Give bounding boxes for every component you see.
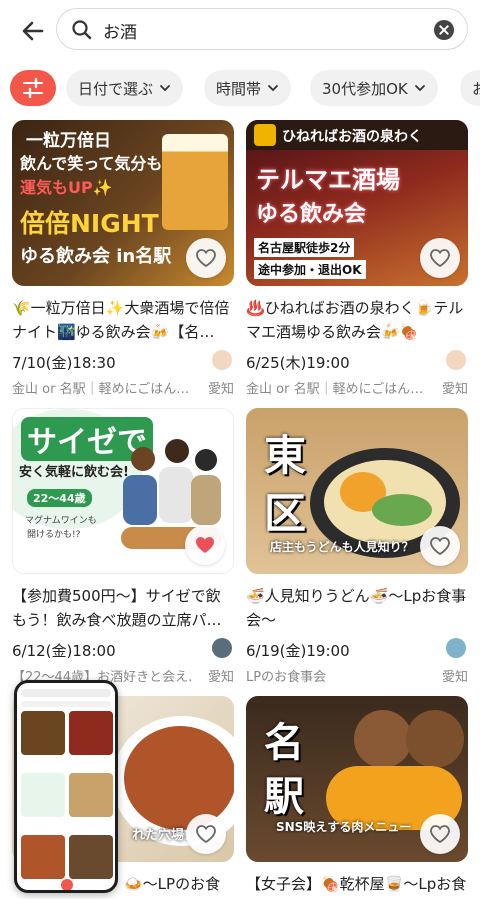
thumb-text: 名古屋駅徒歩2分: [254, 238, 355, 257]
organizer-avatar: [446, 638, 466, 658]
chevron-down-icon: [414, 85, 425, 92]
thumb-text: 安く気軽に飲む会!: [19, 465, 129, 480]
clear-search-icon[interactable]: [433, 19, 455, 41]
tap-icon: [254, 124, 276, 146]
event-title: 🌾一粒万倍日✨大衆酒場で倍倍ナイト🌃ゆる飲み会🍻【名…: [12, 299, 230, 341]
back-arrow-icon[interactable]: [16, 14, 50, 48]
event-thumbnail: 名 駅 SNS映えする肉メニュー: [246, 696, 468, 862]
event-date: 6/12(金)18:00: [12, 642, 116, 660]
filter-chip-label: 日付で選ぶ: [78, 79, 154, 98]
event-title: 【参加費500円〜】サイゼで飲もう！飲み食べ放題の立席パ…: [12, 587, 222, 629]
thumb-text: 途中参加・退出OK: [254, 260, 366, 279]
favorite-button[interactable]: [420, 814, 460, 854]
filter-chip-label: 時間帯: [216, 79, 262, 98]
event-prefecture: 愛知: [207, 382, 234, 397]
chevron-down-icon: [160, 85, 170, 92]
beer-mug-image: [162, 134, 228, 230]
favorite-button[interactable]: [186, 238, 226, 278]
chevron-down-icon: [268, 85, 278, 92]
thumb-text: 一粒万倍日: [26, 131, 111, 151]
event-location: 金山 or 名駅｜軽めにごはん…: [246, 382, 424, 397]
event-title: ♨️ひねればお酒の泉わく🍺テルマエ酒場ゆる飲み会🍻🍖: [246, 299, 464, 341]
event-thumbnail: 東 区 店主もうどんも人見知り？: [246, 408, 468, 574]
thumb-text: 東: [264, 431, 307, 480]
thumb-text: 開けるかも!?: [27, 530, 81, 540]
thumb-text: SNS映えする肉メニュー: [276, 820, 412, 834]
organizer-avatar: [212, 638, 232, 658]
event-thumbnail: 一粒万倍日 飲んで笑って気分も 運気もUP✨ 倍倍NIGHT ゆる飲み会 in名…: [12, 120, 234, 286]
favorite-button[interactable]: [420, 238, 460, 278]
thumb-text: 区: [264, 489, 307, 538]
event-prefecture: 愛知: [207, 670, 234, 685]
filter-chip-date[interactable]: 日付で選ぶ: [66, 70, 184, 106]
event-title: 🍜人見知りうどん🍜〜Lpお食事会〜: [246, 587, 467, 629]
heart-icon: [196, 825, 216, 844]
event-thumbnail: サイゼで 安く気軽に飲む会! 22〜44歳 マグナムワインも 開けるかも!?: [12, 408, 234, 574]
search-input[interactable]: [103, 17, 423, 43]
screenshot-thumbnail-preview[interactable]: [14, 680, 118, 893]
thumb-text: ゆる飲み会: [256, 202, 367, 227]
thumb-text: 名: [264, 720, 304, 766]
filter-sliders-icon: [23, 77, 43, 99]
event-date: 7/10(金)18:30: [12, 354, 116, 372]
thumb-text: ひねればお酒の泉わく: [282, 129, 422, 145]
thumb-text: 運気もUP✨: [20, 178, 113, 197]
favorite-button[interactable]: [186, 814, 226, 854]
thumb-text: 駅: [264, 774, 304, 820]
thumb-text: マグナムワインも: [25, 516, 97, 526]
filter-chip-label: 30代参加OK: [322, 79, 408, 98]
organizer-avatar: [446, 350, 466, 370]
event-thumbnail: ひねればお酒の泉わく テルマエ酒場 ゆる飲み会 名古屋駅徒歩2分 途中参加・退出…: [246, 120, 468, 286]
event-prefecture: 愛知: [441, 670, 468, 685]
thumb-text: 飲んで笑って気分も: [20, 154, 163, 173]
meatball-image: [354, 710, 412, 768]
heart-icon: [430, 249, 450, 268]
top-bar: [0, 0, 480, 62]
filter-chip-label: お: [472, 79, 480, 98]
filter-chip-time[interactable]: 時間帯: [204, 70, 292, 106]
event-location: LPのお食事会: [246, 670, 327, 685]
heart-icon: [196, 249, 216, 268]
organizer-avatar: [212, 350, 232, 370]
filter-chip-age[interactable]: 30代参加OK: [310, 70, 438, 106]
favorite-button[interactable]: [420, 526, 460, 566]
heart-filled-icon: [196, 537, 214, 553]
event-date: 6/25(木)19:00: [246, 354, 350, 372]
thumb-text: 22〜44歳: [27, 489, 92, 507]
filter-chip-more[interactable]: お: [460, 70, 480, 106]
heart-icon: [430, 537, 450, 556]
thumb-text: ゆる飲み会 in名駅: [20, 246, 172, 267]
thumb-text: テルマエ酒場: [256, 166, 400, 194]
thumb-text: 店主もうどんも人見知り？: [270, 540, 414, 554]
event-title: 🍛〜LPのお食事: [124, 875, 221, 893]
heart-icon: [430, 825, 450, 844]
event-prefecture: 愛知: [441, 382, 468, 397]
filter-bar: 日付で選ぶ 時間帯 30代参加OK お: [0, 66, 480, 112]
search-box[interactable]: [56, 8, 468, 50]
event-date: 6/19(金)19:00: [246, 642, 350, 660]
favorite-button[interactable]: [185, 525, 225, 565]
event-title: 【女子会】🍖乾杯屋🥃〜Lpお食事会〜: [246, 875, 467, 893]
thumb-text: 倍倍NIGHT: [20, 209, 159, 238]
search-icon: [71, 19, 93, 41]
filter-settings-button[interactable]: [10, 70, 56, 106]
event-location: 金山 or 名駅｜軽めにごはん…: [12, 382, 190, 397]
